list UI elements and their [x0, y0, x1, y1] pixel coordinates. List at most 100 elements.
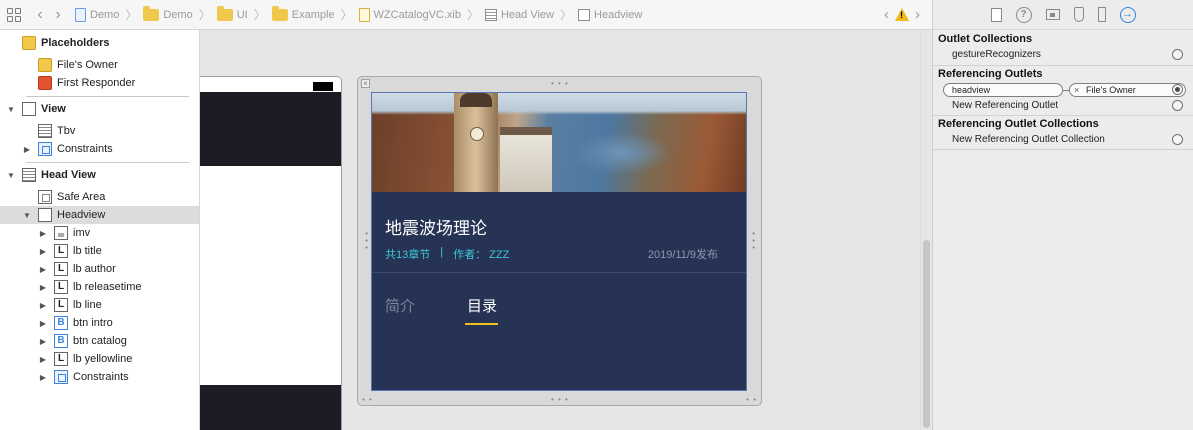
resize-handle-bottom-left[interactable]: • •: [362, 395, 373, 404]
disclosure-closed-icon[interactable]: ▶: [38, 229, 48, 238]
document-outline: Placeholders File's Owner First Responde…: [0, 30, 200, 430]
referencing-outlets-section: Referencing Outlets headview × File's Ow…: [933, 66, 1193, 114]
connections-inspector: ? → Outlet Collections gestureRecognizer…: [932, 0, 1193, 430]
yellow-indicator-line[interactable]: [465, 323, 498, 325]
connection-circle-icon[interactable]: [1172, 49, 1183, 60]
section-title: Referencing Outlets: [938, 68, 1043, 80]
connection-circle-icon[interactable]: [1172, 100, 1183, 111]
files-owner-cube-icon: [38, 58, 52, 72]
outline-files-owner[interactable]: File's Owner: [0, 56, 199, 74]
outline-label: Tbv: [57, 125, 76, 137]
previous-issue-icon[interactable]: ‹: [884, 6, 889, 23]
back-arrow-icon[interactable]: ‹: [35, 6, 45, 24]
outline-label: Constraints: [73, 371, 129, 383]
file-inspector-icon[interactable]: [990, 7, 1002, 22]
outline-headview[interactable]: ▼ Headview: [0, 206, 199, 224]
book-title[interactable]: 地震波场理论: [385, 214, 487, 239]
outline-child-constraints[interactable]: ▶ Constraints: [0, 368, 199, 386]
intro-button[interactable]: 简介: [385, 295, 415, 316]
outlet-name-pill[interactable]: headview: [943, 83, 1063, 97]
disclosure-open-icon[interactable]: ▼: [22, 211, 32, 220]
outline-child-lb-line[interactable]: ▶ L lb line: [0, 296, 199, 314]
outline-label: imv: [73, 227, 91, 239]
view-list-icon: [484, 8, 497, 21]
headview[interactable]: 地震波场理论 共13章节 | 作者： ZZZ 2019/11/9发布 简介 目录: [371, 92, 747, 391]
outline-placeholders[interactable]: Placeholders: [0, 34, 199, 52]
outline-first-responder[interactable]: First Responder: [0, 74, 199, 92]
disclosure-closed-icon[interactable]: ▶: [22, 145, 32, 154]
related-items-grid-icon[interactable]: [7, 7, 21, 22]
release-time[interactable]: 2019/11/9发布: [648, 246, 718, 262]
label-icon: L: [54, 262, 68, 276]
attributes-inspector-icon[interactable]: [1073, 7, 1084, 22]
identity-inspector-icon[interactable]: [1045, 9, 1060, 20]
new-referencing-outlet-collection-row[interactable]: New Referencing Outlet Collection: [933, 132, 1193, 148]
disclosure-closed-icon[interactable]: ▶: [38, 337, 48, 346]
outline-constraints-view[interactable]: ▶ Constraints: [0, 140, 199, 158]
size-inspector-icon[interactable]: [1097, 7, 1106, 22]
forward-arrow-icon[interactable]: ›: [53, 6, 63, 24]
connection-circle-icon[interactable]: [1172, 134, 1183, 145]
outline-child-lb-author[interactable]: ▶ L lb author: [0, 260, 199, 278]
connections-inspector-icon[interactable]: →: [1119, 6, 1136, 23]
breadcrumb-item[interactable]: Demo: [75, 7, 119, 22]
outline-divider: [26, 96, 189, 97]
outline-label: lb line: [73, 299, 102, 311]
canvas-scrollbar[interactable]: [920, 30, 932, 430]
resize-handle-left[interactable]: • • •: [362, 232, 371, 250]
breadcrumb-item[interactable]: Headview: [578, 8, 642, 21]
meta-divider: |: [440, 246, 444, 258]
view-icon: [22, 102, 36, 116]
chapter-count[interactable]: 共13章节: [385, 246, 430, 262]
main-view-preview[interactable]: [200, 76, 342, 430]
resize-handle-top[interactable]: • • •: [551, 79, 569, 88]
resize-handle-bottom[interactable]: • • •: [551, 395, 569, 404]
interface-builder-canvas[interactable]: × • • • • • • • • • • • • • • • • 地震波场理论…: [200, 30, 920, 430]
gesture-recognizers-row[interactable]: gestureRecognizers: [933, 47, 1193, 63]
outline-child-lb-yellowline[interactable]: ▶ L lb yellowline: [0, 350, 199, 368]
disclosure-closed-icon[interactable]: ▶: [38, 247, 48, 256]
outline-child-btn-intro[interactable]: ▶ B btn intro: [0, 314, 199, 332]
breadcrumb-label: Head View: [500, 8, 554, 21]
head-view-scene-frame[interactable]: × • • • • • • • • • • • • • • • • 地震波场理论…: [357, 76, 762, 406]
cover-image[interactable]: [372, 93, 746, 192]
breadcrumb-item[interactable]: UI: [216, 5, 248, 21]
breadcrumb-item[interactable]: Head View: [484, 8, 554, 21]
outline-head-view[interactable]: ▼ Head View: [0, 166, 199, 184]
headview-outlet-row[interactable]: headview × File's Owner: [933, 82, 1193, 98]
resize-handle-bottom-right[interactable]: • •: [746, 395, 757, 404]
disclosure-open-icon[interactable]: ▼: [6, 171, 16, 180]
disclosure-closed-icon[interactable]: ▶: [38, 283, 48, 292]
scrollbar-thumb[interactable]: [923, 240, 930, 428]
outlet-target-pill[interactable]: × File's Owner: [1069, 83, 1186, 97]
connected-circle-icon[interactable]: [1172, 84, 1183, 95]
breadcrumb-item[interactable]: Demo: [143, 5, 193, 21]
view-box-icon: [578, 8, 590, 21]
catalog-button[interactable]: 目录: [467, 295, 497, 316]
outline-child-lb-title[interactable]: ▶ L lb title: [0, 242, 199, 260]
outline-child-imv[interactable]: ▶ imv: [0, 224, 199, 242]
disclosure-closed-icon[interactable]: ▶: [38, 373, 48, 382]
disconnect-x-icon[interactable]: ×: [1074, 84, 1079, 96]
resize-handle-right[interactable]: • • •: [749, 232, 758, 250]
quick-help-icon[interactable]: ?: [1015, 6, 1032, 23]
outline-tbv[interactable]: Tbv: [0, 122, 199, 140]
disclosure-closed-icon[interactable]: ▶: [38, 265, 48, 274]
breadcrumb-item[interactable]: Example: [271, 5, 335, 21]
outline-child-btn-catalog[interactable]: ▶ B btn catalog: [0, 332, 199, 350]
outline-safe-area[interactable]: Safe Area: [0, 188, 199, 206]
separator-line[interactable]: [372, 272, 746, 273]
disclosure-open-icon[interactable]: ▼: [6, 105, 16, 114]
outline-view[interactable]: ▼ View: [0, 100, 199, 118]
disclosure-closed-icon[interactable]: ▶: [38, 319, 48, 328]
disclosure-closed-icon[interactable]: ▶: [38, 301, 48, 310]
next-issue-icon[interactable]: ›: [915, 6, 920, 23]
warning-icon[interactable]: [895, 8, 909, 21]
new-referencing-outlet-row[interactable]: New Referencing Outlet: [933, 98, 1193, 114]
jumpbar-right-controls: ‹ ›: [884, 6, 920, 23]
close-icon[interactable]: ×: [361, 79, 370, 88]
book-author[interactable]: 作者： ZZZ: [453, 246, 509, 262]
breadcrumb-item[interactable]: WZCatalogVC.xib: [358, 7, 461, 22]
outline-child-lb-releasetime[interactable]: ▶ L lb releasetime: [0, 278, 199, 296]
disclosure-closed-icon[interactable]: ▶: [38, 355, 48, 364]
